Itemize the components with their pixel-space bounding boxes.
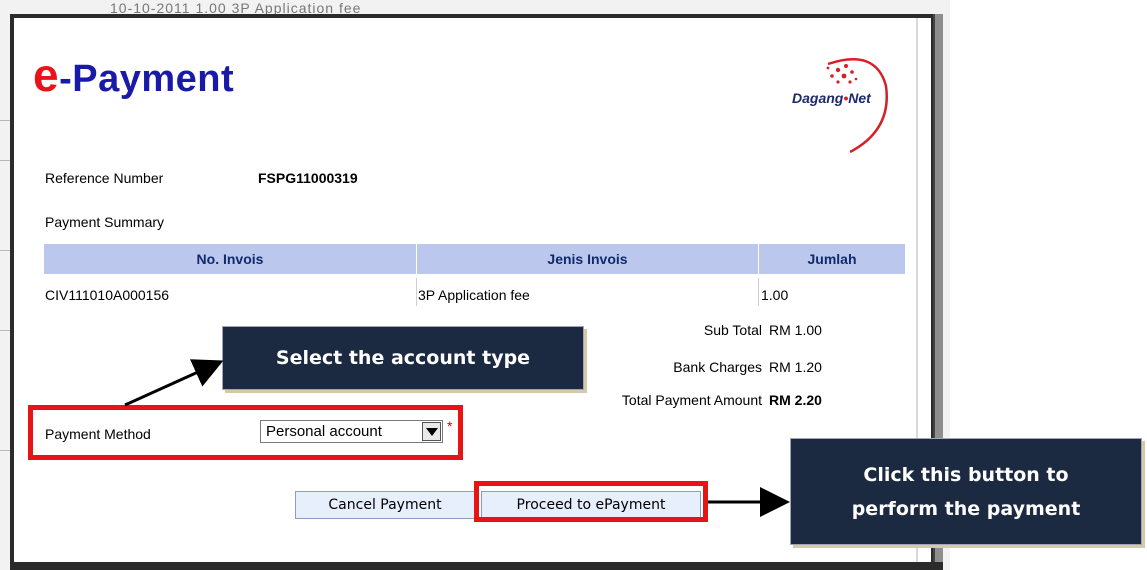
payment-summary-heading: Payment Summary	[45, 214, 165, 230]
logo-text: Dagang•Net	[792, 90, 871, 106]
page-title: e-Payment	[33, 48, 234, 102]
column-header-no-invois: No. Invois	[196, 251, 264, 267]
window-bottom-border	[10, 562, 943, 570]
bank-charges-label: Bank Charges	[673, 359, 762, 375]
logo-text-main: Dagang	[792, 90, 844, 106]
title-text: -Payment	[59, 58, 235, 100]
cell-no-invois: CIV111010A000156	[45, 287, 170, 303]
total-payment-label: Total Payment Amount	[621, 392, 762, 408]
proceed-button-highlight	[474, 481, 708, 522]
logo-text-net: Net	[848, 90, 871, 106]
callout-line-1: Click this button to	[863, 464, 1069, 486]
payment-method-highlight	[28, 405, 463, 460]
reference-number-value: FSPG11000319	[258, 170, 358, 186]
bank-charges-value: RM 1.20	[769, 359, 822, 375]
sub-total-value: RM 1.00	[769, 322, 822, 338]
reference-number-label: Reference Number	[45, 170, 164, 186]
row-divider	[416, 278, 417, 306]
click-button-callout: Click this button to perform the payment	[790, 438, 1142, 545]
cell-jumlah: 1.00	[761, 287, 789, 303]
column-header-jumlah: Jumlah	[807, 251, 857, 267]
select-account-callout: Select the account type	[222, 326, 584, 390]
cell-jenis-invois: 3P Application fee	[418, 287, 530, 303]
total-payment-value: RM 2.20	[769, 392, 822, 408]
sub-total-label: Sub Total	[703, 322, 762, 338]
column-header-jenis-invois: Jenis Invois	[547, 251, 628, 267]
cancel-payment-button[interactable]: Cancel Payment	[295, 491, 475, 519]
row-divider	[758, 278, 759, 306]
title-e: e	[33, 49, 60, 101]
callout-line-2: perform the payment	[851, 498, 1081, 520]
